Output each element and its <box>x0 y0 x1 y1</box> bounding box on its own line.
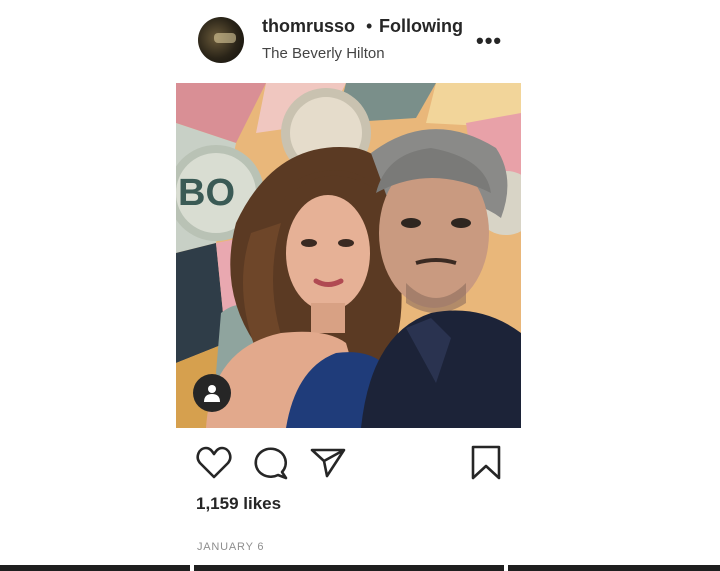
likes-count[interactable]: 1,159 likes <box>196 494 281 514</box>
bookmark-icon <box>471 445 501 480</box>
next-content-strip <box>0 565 720 571</box>
heart-icon <box>196 446 232 479</box>
avatar[interactable] <box>198 17 244 63</box>
share-button[interactable] <box>310 447 346 484</box>
post-date[interactable]: JANUARY 6 <box>197 541 264 553</box>
comment-icon <box>254 447 288 480</box>
photo-illustration: BO <box>176 83 521 428</box>
paper-plane-icon <box>310 448 346 478</box>
user-tag-icon <box>204 385 220 402</box>
strip-divider <box>190 565 194 571</box>
save-button[interactable] <box>470 445 502 486</box>
tag-people-button[interactable] <box>193 374 231 412</box>
location-link[interactable]: The Beverly Hilton <box>262 45 385 62</box>
more-options-icon[interactable]: ••• <box>476 28 502 54</box>
svg-text:BO: BO <box>178 172 235 214</box>
separator-dot: • <box>366 16 373 36</box>
post-photo[interactable]: BO <box>176 83 521 428</box>
following-button[interactable]: Following <box>379 16 463 37</box>
like-button[interactable] <box>196 446 232 485</box>
strip-divider <box>504 565 508 571</box>
comment-button[interactable] <box>253 446 289 485</box>
username-link[interactable]: thomrusso <box>262 16 355 37</box>
